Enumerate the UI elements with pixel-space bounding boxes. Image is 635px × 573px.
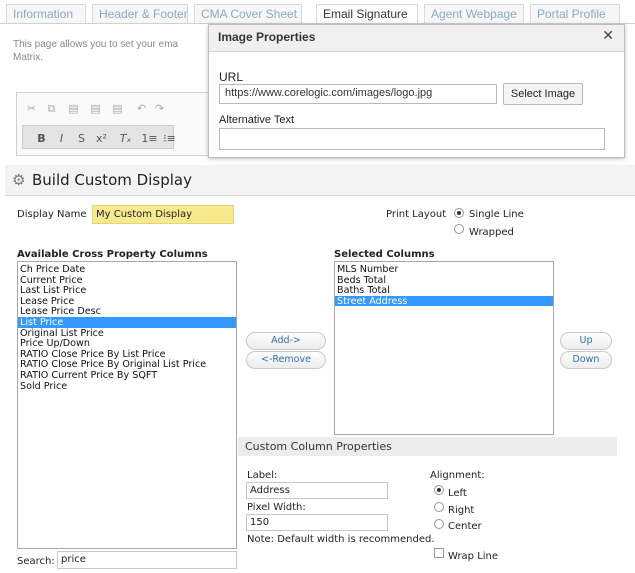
image-properties-dialog: Image Properties ✕ URL https://www.corel… <box>208 24 625 158</box>
list-item-selected[interactable]: Street Address <box>335 295 553 307</box>
print-layout-wrapped-label: Wrapped <box>469 227 514 238</box>
italic-button[interactable]: I <box>53 131 70 147</box>
paste-text-icon[interactable]: ▤ <box>87 101 104 117</box>
remove-format-button[interactable]: Tₓ <box>117 131 134 147</box>
superscript-button[interactable]: x² <box>93 131 110 147</box>
redo-icon[interactable]: ↷ <box>151 101 168 117</box>
print-layout-label: Print Layout <box>386 209 447 220</box>
list-item[interactable]: Baths Total <box>335 285 553 296</box>
list-item-selected[interactable]: List Price <box>18 316 236 328</box>
display-name-input[interactable]: My Custom Display <box>92 205 234 224</box>
copy-icon[interactable]: ⧉ <box>43 101 60 117</box>
available-columns-list[interactable]: Ch Price Date Current Price Last List Pr… <box>17 261 237 549</box>
list-item[interactable]: Lease Price <box>18 296 236 307</box>
selected-columns-header: Selected Columns <box>334 249 435 260</box>
builder-title: Build Custom Display <box>32 171 192 189</box>
default-width-note: Note: Default width is recommended. <box>247 534 435 545</box>
print-layout-single-line-radio[interactable] <box>454 208 464 218</box>
pixel-width-label: Pixel Width: <box>247 502 306 513</box>
search-input[interactable]: price <box>57 551 237 569</box>
wrap-line-checkbox[interactable] <box>434 548 444 558</box>
move-up-button[interactable]: Up <box>560 332 612 350</box>
alignment-left-label: Left <box>448 488 467 499</box>
alignment-center-label: Center <box>448 521 482 532</box>
list-item[interactable]: Current Price <box>18 275 236 286</box>
numbered-list-button[interactable]: 1≡ <box>141 131 158 147</box>
gear-icon: ⚙ <box>12 171 26 189</box>
signature-editor-toolbar: ✂ ⧉ ▤ ▤ ▤ ↶ ↷ B I S x² Tₓ 1≡ ⁝≡ <box>16 92 218 156</box>
cut-icon[interactable]: ✂ <box>23 101 40 117</box>
tab-information[interactable]: Information <box>6 4 86 23</box>
wrap-line-label: Wrap Line <box>448 551 499 562</box>
intro-text: This page allows you to set your ema Mat… <box>13 38 213 64</box>
column-label-label: Label: <box>247 470 278 481</box>
list-item[interactable]: Sold Price <box>18 381 236 392</box>
select-image-button[interactable]: Select Image <box>503 83 583 105</box>
tab-agent-webpage[interactable]: Agent Webpage <box>424 4 524 23</box>
list-item[interactable]: Last List Price <box>18 285 236 296</box>
intro-line-1: This page allows you to set your ema <box>13 39 179 50</box>
list-item[interactable]: MLS Number <box>335 264 553 275</box>
tab-email-signature[interactable]: Email Signature <box>316 4 418 23</box>
tab-cma-cover-sheet[interactable]: CMA Cover Sheet <box>194 4 302 23</box>
available-columns-header: Available Cross Property Columns <box>17 249 208 260</box>
alignment-left-radio[interactable] <box>434 485 444 495</box>
print-layout-single-line-label: Single Line <box>469 209 524 220</box>
alignment-center-radio[interactable] <box>434 519 444 529</box>
display-name-label: Display Name <box>17 209 87 220</box>
search-label: Search: <box>17 556 55 567</box>
column-label-input[interactable]: Address <box>246 482 388 499</box>
list-item[interactable]: RATIO Current Price By SQFT <box>18 370 236 381</box>
add-button[interactable]: Add-> <box>246 332 326 350</box>
list-item[interactable]: Lease Price Desc <box>18 306 236 318</box>
bulleted-list-button[interactable]: ⁝≡ <box>161 131 178 147</box>
pixel-width-input[interactable]: 150 <box>246 514 388 531</box>
tab-portal-profile[interactable]: Portal Profile <box>530 4 620 23</box>
alignment-right-label: Right <box>448 505 475 516</box>
paste-icon[interactable]: ▤ <box>65 101 82 117</box>
bold-button[interactable]: B <box>33 131 50 147</box>
list-item[interactable]: RATIO Close Price By List Price <box>18 349 236 360</box>
close-icon[interactable]: ✕ <box>602 28 614 44</box>
print-layout-wrapped-radio[interactable] <box>454 224 464 234</box>
alt-text-label: Alternative Text <box>219 114 295 126</box>
alignment-right-radio[interactable] <box>434 502 444 512</box>
custom-column-properties-title: Custom Column Properties <box>245 440 392 453</box>
paste-word-icon[interactable]: ▤ <box>109 101 126 117</box>
move-down-button[interactable]: Down <box>560 351 612 369</box>
tab-header-footer[interactable]: Header & Footer <box>92 4 188 23</box>
list-item[interactable]: Ch Price Date <box>18 264 236 275</box>
intro-line-2: Matrix. <box>13 52 43 63</box>
list-item[interactable]: Original List Price <box>18 328 236 339</box>
selected-columns-list[interactable]: MLS Number Beds Total Baths Total Street… <box>334 261 554 435</box>
strike-button[interactable]: S <box>73 131 90 147</box>
url-input[interactable]: https://www.corelogic.com/images/logo.jp… <box>219 84 497 104</box>
list-item[interactable]: Price Up/Down <box>18 338 236 349</box>
remove-button[interactable]: <-Remove <box>246 351 326 369</box>
list-item[interactable]: RATIO Close Price By Original List Price <box>18 359 236 371</box>
undo-icon[interactable]: ↶ <box>133 101 150 117</box>
dialog-title: Image Properties <box>218 30 316 44</box>
url-label: URL <box>219 70 244 84</box>
list-item[interactable]: Beds Total <box>335 275 553 286</box>
alignment-label: Alignment: <box>430 470 485 481</box>
alt-text-input[interactable] <box>219 128 605 150</box>
